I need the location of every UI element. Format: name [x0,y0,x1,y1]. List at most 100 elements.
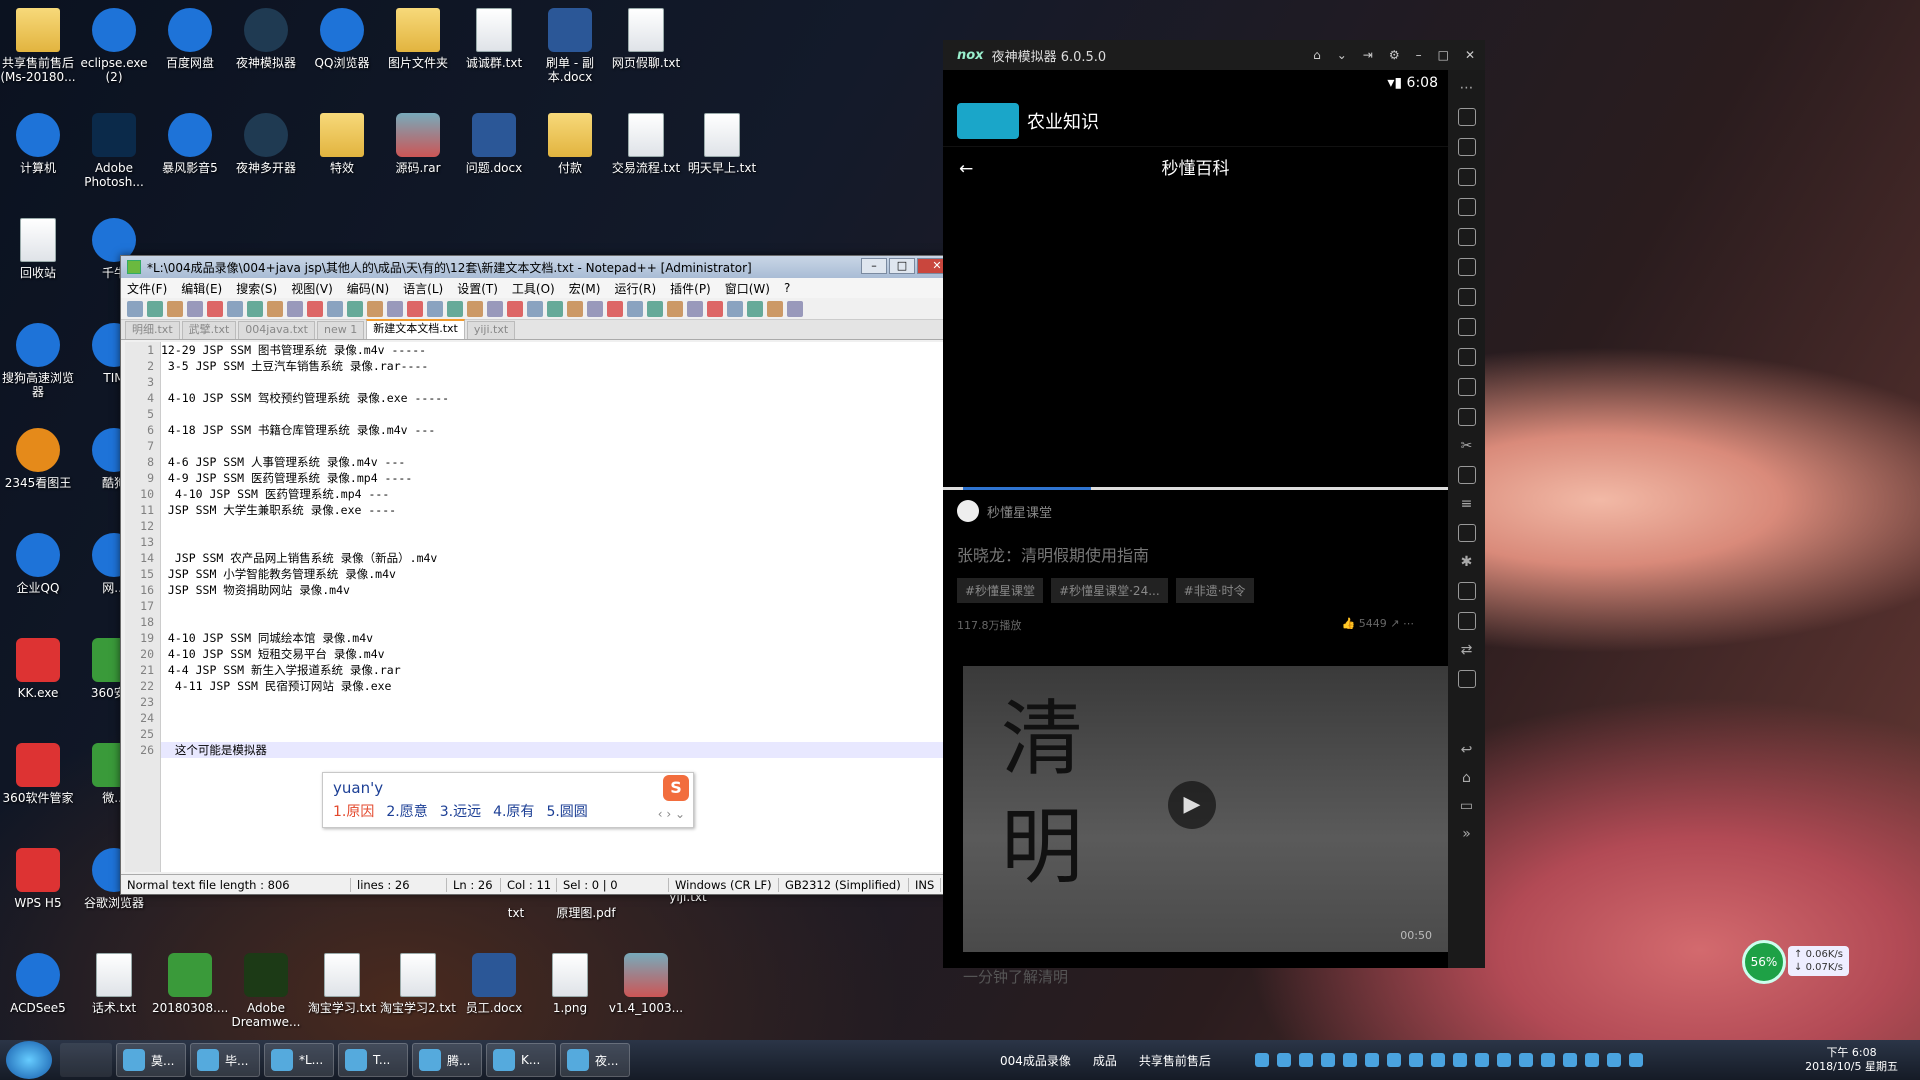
menu-item[interactable]: 设置(T) [457,280,498,297]
tool-icon[interactable] [1457,348,1476,366]
ime-candidate-window[interactable]: yuan'y 1.原因 2.愿意 3.远远 4.原有 5.圆圆 S ‹ › ⌄ [322,772,694,828]
avatar[interactable] [957,500,979,522]
desktop-icon[interactable]: 夜神多开器 [228,113,304,175]
tool-icon[interactable] [1457,582,1476,600]
toolbar-button-icon[interactable] [427,300,443,317]
desktop-icon[interactable]: 刷单 - 副本.docx [532,8,608,84]
tab-document[interactable]: yiji.txt [466,321,516,339]
desktop-icon[interactable]: 夜神模拟器 [228,8,304,70]
desktop-icon[interactable]: 付款 [532,113,608,175]
minimize-button[interactable]: – [861,258,887,274]
text-line[interactable]: JSP SSM 小学智能教务管理系统 录像.m4v [161,566,957,582]
toolbar-button-icon[interactable] [147,300,163,317]
channel-row[interactable]: 秒懂星课堂 [957,500,1434,522]
toolbar-button-icon[interactable] [627,300,643,317]
tray-icon[interactable] [1365,1053,1379,1067]
text-line[interactable] [161,598,957,614]
ime-candidate[interactable]: 1.原因 [333,801,374,821]
gear-icon[interactable]: ⚙ [1389,48,1400,62]
tray-icon[interactable] [1585,1053,1599,1067]
toolbar-button-icon[interactable] [127,300,143,317]
notepadpp-titlebar[interactable]: *L:\004成品录像\004+java jsp\其他人的\成品\天\有的\12… [121,256,961,278]
chevron-down-icon[interactable]: ⌄ [1337,48,1347,62]
text-line[interactable]: 4-6 JSP SSM 人事管理系统 录像.m4v --- [161,454,957,470]
desktop-icon[interactable]: 明天早上.txt [684,113,760,175]
taskbar-button[interactable]: *L... [264,1043,334,1077]
desktop-icon[interactable]: 图片文件夹 [380,8,456,70]
menu-icon[interactable]: ≡ [1461,496,1473,512]
expand-icon[interactable]: » [1462,826,1471,842]
next-video-caption[interactable]: 一分钟了解清明 [963,966,1068,987]
recents-icon[interactable]: ▭ [1460,798,1473,814]
toolbar-button-icon[interactable] [307,300,323,317]
taskbar-toolbar-link[interactable]: 004成品录像 [1000,1052,1071,1069]
taskbar-toolbar-link[interactable]: 共享售前售后 [1139,1052,1211,1069]
toolbar-button-icon[interactable] [647,300,663,317]
toolbar-button-icon[interactable] [587,300,603,317]
desktop-icon[interactable]: 源码.rar [380,113,456,175]
tool-icon[interactable] [1457,466,1476,484]
menu-item[interactable]: 编码(N) [347,280,389,297]
video-player[interactable] [943,190,1448,490]
text-line[interactable]: 这个可能是模拟器 [161,742,957,758]
text-line[interactable]: 4-4 JSP SSM 新生入学报道系统 录像.rar [161,662,957,678]
more-icon[interactable]: ⋯ [1403,617,1414,630]
toolbar-button-icon[interactable] [487,300,503,317]
maximize-button[interactable]: □ [889,258,915,274]
tab-document[interactable]: 明细.txt [125,321,180,339]
ime-candidate[interactable]: 3.远远 [440,801,481,821]
toolbar-button-icon[interactable] [547,300,563,317]
tab-document[interactable]: new 1 [316,321,365,339]
desktop-icon[interactable]: eclipse.exe (2) [76,8,152,84]
tab-document[interactable]: 武擘.txt [181,321,237,339]
tray-icon[interactable] [1387,1053,1401,1067]
tab-active[interactable]: 新建文本文档.txt [366,319,465,339]
shake-icon[interactable]: ✱ [1461,554,1473,570]
tool-icon[interactable] [1457,612,1476,630]
android-screen[interactable]: ▾▮ 6:08 农业知识 ← 秒懂百科 秒懂星课堂 张晓龙：清明假期使用指南 #… [943,70,1448,986]
back-icon[interactable]: ↩ [1461,742,1473,758]
pinned-app[interactable] [60,1043,112,1077]
toolbar-button-icon[interactable] [167,300,183,317]
desktop-icon[interactable]: WPS H5 [0,848,76,910]
ime-page-arrows[interactable]: ‹ › ⌄ [658,807,685,821]
back-arrow-icon[interactable]: ← [959,147,973,191]
menu-item[interactable]: 语言(L) [403,280,443,297]
fullscreen-icon[interactable] [1457,258,1476,276]
menu-item[interactable]: 插件(P) [670,280,711,297]
text-line[interactable]: JSP SSM 物资捐助网站 录像.m4v [161,582,957,598]
minimize-button[interactable]: – [1416,48,1422,62]
taskbar-toolbar-link[interactable]: 成品 [1093,1052,1117,1069]
tray-icon[interactable] [1563,1053,1577,1067]
text-line[interactable] [161,518,957,534]
pin-icon[interactable]: ⇥ [1363,48,1373,62]
tray-icon[interactable] [1497,1053,1511,1067]
taskbar-button[interactable]: T... [338,1043,408,1077]
close-button[interactable]: ✕ [1465,48,1475,62]
volume-up-icon[interactable] [1457,288,1476,306]
tool-icon[interactable] [1457,378,1476,396]
text-line[interactable]: 4-10 JSP SSM 医药管理系统.mp4 --- [161,486,957,502]
desktop-icon[interactable]: Adobe Photosh... [76,113,152,189]
toolbar-button-icon[interactable] [207,300,223,317]
text-line[interactable] [161,438,957,454]
toolbar-button-icon[interactable] [367,300,383,317]
desktop-icon[interactable]: 企业QQ [0,533,76,595]
video-tag[interactable]: #秒懂星课堂·24... [1051,578,1168,603]
share-icon[interactable]: ↗ [1390,617,1399,630]
toolbar-button-icon[interactable] [507,300,523,317]
desktop-icon[interactable]: 2345看图王 [0,428,76,490]
taskbar-button[interactable]: 毕... [190,1043,260,1077]
tray-icon[interactable] [1343,1053,1357,1067]
network-speed-widget[interactable]: 56% ↑ 0.06K/s ↓ 0.07K/s [1742,940,1860,984]
location-icon[interactable] [1457,168,1476,186]
text-line[interactable]: 4-18 JSP SSM 书籍仓库管理系统 录像.m4v --- [161,422,957,438]
menu-item[interactable]: 窗口(W) [725,280,770,297]
taskbar-button[interactable]: 腾... [412,1043,482,1077]
toolbar-button-icon[interactable] [667,300,683,317]
desktop-icon[interactable]: Adobe Dreamwe... [228,953,304,1029]
text-line[interactable] [161,406,957,422]
desktop-icon[interactable]: 诚诚群.txt [456,8,532,70]
text-line[interactable]: 4-10 JSP SSM 同城绘本馆 录像.m4v [161,630,957,646]
tab-document[interactable]: 004java.txt [238,321,315,339]
